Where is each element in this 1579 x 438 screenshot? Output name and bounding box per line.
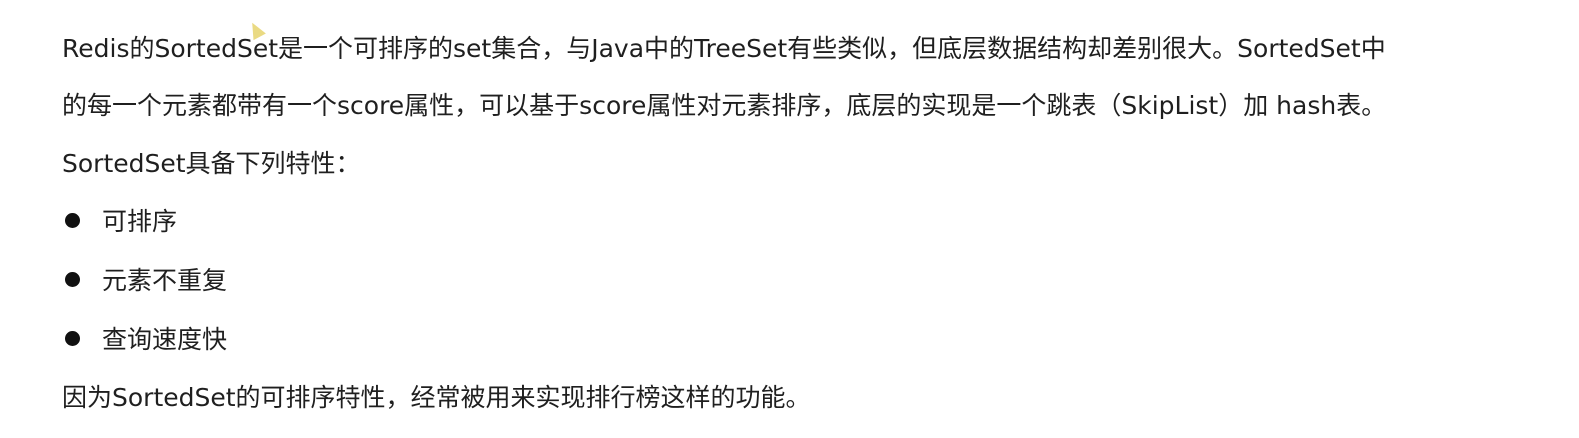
intro-line-1: Redis的SortedSet是一个可排序的set集合，与Java中的TreeS…	[62, 34, 1386, 63]
features-heading: SortedSet具备下列特性：	[62, 149, 361, 178]
intro-line-2: 的每一个元素都带有一个score属性，可以基于score属性对元素排序，底层的实…	[62, 91, 1387, 120]
features-list: 可排序 元素不重复 查询速度快	[62, 192, 1562, 369]
feature-text: 查询速度快	[102, 325, 228, 354]
list-item: 可排序	[62, 192, 1562, 251]
bullet-icon	[65, 330, 80, 346]
conclusion-paragraph: 因为SortedSet的可排序特性，经常被用来实现排行榜这样的功能。	[62, 383, 811, 412]
document-body: Redis的SortedSet是一个可排序的set集合，与Java中的TreeS…	[62, 0, 1562, 426]
feature-text: 元素不重复	[102, 266, 228, 295]
bullet-icon	[65, 212, 80, 228]
list-item: 元素不重复	[62, 251, 1562, 310]
document-page: { "paragraphs": { "intro_line1": "Redis的…	[0, 0, 1579, 438]
list-item: 查询速度快	[62, 310, 1562, 369]
intro-paragraph: Redis的SortedSet是一个可排序的set集合，与Java中的TreeS…	[62, 20, 1542, 134]
bullet-icon	[65, 271, 80, 287]
feature-text: 可排序	[102, 207, 178, 236]
